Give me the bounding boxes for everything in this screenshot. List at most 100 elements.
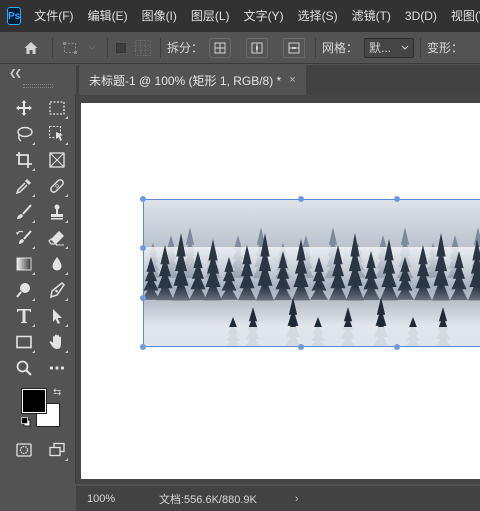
menu-file[interactable]: 文件(F): [27, 0, 80, 32]
clone-stamp-tool[interactable]: [46, 201, 68, 223]
object-select-tool[interactable]: [46, 123, 68, 145]
document-size: 文档:556.6K/880.9K: [159, 493, 257, 506]
toolbar-grip[interactable]: [23, 84, 53, 88]
eraser-icon: [48, 231, 64, 246]
document-tab-title: 未标题-1 @ 100% (矩形 1, RGB/8) *: [89, 73, 282, 88]
menu-image[interactable]: 图像(I): [135, 0, 184, 32]
tool-flyout-indicator: [32, 298, 35, 301]
transform-handle[interactable]: [298, 344, 305, 350]
swap-colors-icon[interactable]: ⇆: [53, 387, 61, 398]
tool-flyout-indicator: [32, 168, 35, 171]
transform-grid-dropdown[interactable]: [83, 37, 101, 59]
frame-tool[interactable]: [46, 149, 68, 171]
grid-label: 网格：: [322, 41, 359, 55]
eraser-tool[interactable]: [46, 227, 68, 249]
gradient-icon: [16, 257, 32, 271]
screen-mode-icon: [49, 442, 65, 457]
split-crosswise-button[interactable]: [209, 37, 232, 58]
document-tab[interactable]: 未标题-1 @ 100% (矩形 1, RGB/8) * ×: [79, 65, 306, 95]
menu-3d[interactable]: 3D(D): [398, 0, 444, 32]
collapse-panel-icon[interactable]: ❮❮: [9, 68, 22, 79]
warp-grid-icon: [135, 39, 151, 56]
tool-flyout-indicator: [32, 324, 35, 327]
checkbox[interactable]: [114, 37, 128, 59]
hand-tool[interactable]: [46, 331, 68, 353]
transform-handle[interactable]: [140, 244, 146, 251]
marquee-tool[interactable]: [46, 97, 68, 119]
transform-handle[interactable]: [393, 344, 400, 350]
object-select-icon: [49, 126, 63, 141]
foreground-color-swatch[interactable]: [22, 389, 46, 413]
history-brush-tool[interactable]: [13, 227, 35, 249]
crop-tool[interactable]: [13, 149, 35, 171]
separator: [420, 37, 422, 58]
dodge-tool[interactable]: [13, 279, 35, 301]
type-tool[interactable]: [13, 305, 35, 327]
default-colors-icon[interactable]: [21, 417, 31, 427]
tool-flyout-indicator: [32, 142, 35, 145]
split-vertical-button[interactable]: [246, 37, 269, 58]
toolbar-header: ❮❮: [0, 65, 76, 95]
split-horizontal-button[interactable]: [283, 37, 306, 58]
pen-tool[interactable]: [46, 279, 68, 301]
tool-flyout-indicator: [32, 220, 35, 223]
tool-flyout-indicator: [65, 116, 68, 119]
tool-flyout-indicator: [32, 194, 35, 197]
document-tab-bar: 未标题-1 @ 100% (矩形 1, RGB/8) * ×: [76, 65, 480, 95]
transform-grid-button[interactable]: [59, 37, 81, 59]
grid-select-value: 默...: [369, 41, 392, 55]
tool-flyout-indicator: [65, 142, 68, 145]
menu-type[interactable]: 文字(Y): [237, 0, 291, 32]
more-icon: [49, 366, 65, 370]
warp-grid-button[interactable]: [132, 37, 154, 59]
separator: [160, 37, 161, 58]
screen-mode-button[interactable]: [46, 439, 68, 461]
tool-flyout-indicator: [65, 194, 68, 197]
tool-flyout-indicator: [32, 246, 35, 249]
zoom-level[interactable]: 100%: [87, 493, 137, 505]
menu-layer[interactable]: 图层(L): [184, 0, 237, 32]
gradient-tool[interactable]: [13, 253, 35, 275]
eyedropper-tool[interactable]: [13, 175, 35, 197]
blur-tool[interactable]: [46, 253, 68, 275]
grid-select[interactable]: 默...: [364, 37, 415, 58]
brush-tool[interactable]: [13, 201, 35, 223]
transform-handle[interactable]: [140, 196, 146, 202]
separator: [107, 37, 108, 58]
rectangle-bounding-box: [143, 199, 480, 347]
path-selection-tool[interactable]: [46, 305, 68, 327]
zoom-tool[interactable]: [13, 357, 35, 379]
tool-flyout-indicator: [65, 272, 68, 275]
checkbox-box: [116, 42, 126, 53]
transform-handle[interactable]: [140, 344, 146, 350]
hand-icon: [49, 334, 61, 349]
tools-panel: ⇆: [0, 95, 76, 484]
split-horizontal-icon: [288, 42, 300, 53]
menu-view[interactable]: 视图(V): [444, 0, 480, 32]
status-menu-arrow[interactable]: ›: [295, 493, 299, 505]
move-icon: [16, 100, 32, 116]
menu-filter[interactable]: 滤镜(T): [345, 0, 398, 32]
photoshop-logo[interactable]: Ps: [7, 7, 22, 25]
chevron-down-icon: [401, 45, 409, 50]
home-button[interactable]: [16, 37, 46, 59]
menu-bar: Ps 文件(F) 编辑(E) 图像(I) 图层(L) 文字(Y) 选择(S) 滤…: [0, 0, 480, 32]
tool-flyout-indicator: [32, 272, 35, 275]
more-tools[interactable]: [46, 357, 68, 379]
quick-mask-button[interactable]: [13, 439, 35, 461]
lasso-icon: [17, 126, 33, 142]
menu-select[interactable]: 选择(S): [291, 0, 345, 32]
canvas-area[interactable]: [76, 95, 480, 484]
transform-grid-icon: [63, 41, 77, 54]
zoom-icon: [16, 360, 32, 376]
move-tool[interactable]: [13, 97, 35, 119]
lasso-tool[interactable]: [13, 123, 35, 145]
home-icon: [24, 41, 38, 54]
brush-icon: [17, 204, 32, 219]
close-tab-icon[interactable]: ×: [289, 74, 295, 86]
healing-tool[interactable]: [46, 175, 68, 197]
rectangle-tool[interactable]: [13, 331, 35, 353]
transform-handle[interactable]: [393, 196, 400, 202]
menu-edit[interactable]: 编辑(E): [81, 0, 135, 32]
document-canvas[interactable]: [81, 103, 480, 479]
